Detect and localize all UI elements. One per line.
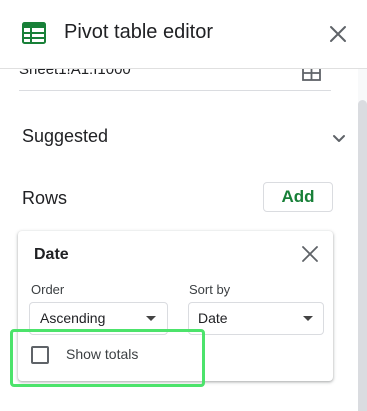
sort-by-label: Sort by [189, 282, 231, 297]
suggested-section-toggle[interactable]: Suggested [21, 122, 351, 152]
rows-section-label: Rows [22, 188, 68, 208]
page-title: Pivot table editor [64, 21, 213, 43]
sort-by-select[interactable]: Date [188, 302, 324, 335]
show-totals-checkbox[interactable] [31, 346, 49, 364]
order-select[interactable]: Ascending [29, 302, 168, 335]
remove-field-icon[interactable] [300, 244, 320, 264]
pivot-table-editor-panel: Pivot table editor Sheet1!A1:I1000 Sugge… [0, 0, 367, 411]
add-row-button[interactable]: Add [263, 182, 333, 212]
scrollbar-thumb[interactable] [358, 100, 367, 411]
order-label: Order [31, 282, 65, 297]
suggested-label: Suggested [22, 126, 109, 146]
editor-header: Pivot table editor [0, 0, 367, 69]
row-field-title: Date [34, 246, 69, 263]
dropdown-arrow-icon [146, 316, 156, 321]
show-totals-option[interactable]: Show totals [30, 341, 230, 371]
close-icon[interactable] [326, 22, 350, 46]
row-field-card: Date Order Sort by Ascending Date Show t… [18, 231, 333, 381]
chevron-down-icon [333, 135, 345, 142]
show-totals-label: Show totals [66, 346, 139, 362]
dropdown-arrow-icon [303, 316, 313, 321]
order-select-value: Ascending [40, 310, 106, 326]
sheets-icon [22, 22, 46, 44]
sort-by-select-value: Date [198, 310, 228, 326]
